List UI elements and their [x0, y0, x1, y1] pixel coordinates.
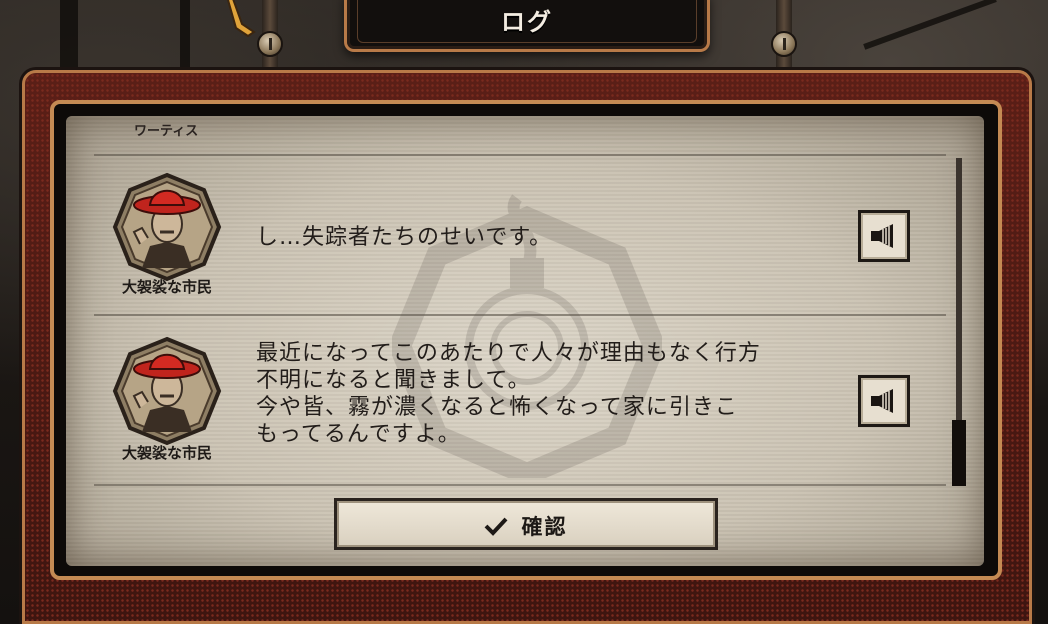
dialogue-text: し…失踪者たちのせいです。 [256, 225, 553, 250]
confirm-label: 確認 [521, 515, 568, 539]
dialogue-text: 最近になってこのあたりで人々が理由もなく行方 不明になると聞きまして。 今や皆、… [256, 341, 761, 447]
speaker-name: 大袈裟な市民 [121, 278, 212, 296]
bolt-icon [771, 31, 797, 57]
scrollbar-thumb[interactable] [952, 420, 966, 486]
citizen-red-hat-portrait [112, 172, 222, 282]
title-plate: ログ [344, 0, 710, 52]
voice-replay-button[interactable] [858, 210, 910, 262]
bolt-icon [257, 31, 283, 57]
confirm-button[interactable]: 確認 [334, 498, 718, 550]
speaker-name: 大袈裟な市民 [121, 444, 212, 462]
background-beam [60, 0, 78, 80]
speaker-icon [871, 389, 893, 413]
background-beam [180, 0, 190, 70]
background-beam [863, 0, 997, 50]
page-title: ログ [501, 8, 553, 36]
speaker-icon [871, 224, 893, 248]
log-divider [94, 314, 946, 316]
voice-replay-button[interactable] [858, 375, 910, 427]
log-divider [94, 154, 946, 156]
pen-nib-icon [226, 0, 256, 38]
log-divider [94, 484, 946, 486]
previous-speaker-name: ワーティス [134, 124, 199, 139]
citizen-red-hat-portrait [112, 336, 222, 446]
log-panel: ワーティス 大袈裟な市民 し…失踪者たちのせいです。 大袈裟な市民 最近になって… [66, 116, 984, 566]
checkmark-icon [485, 517, 508, 536]
